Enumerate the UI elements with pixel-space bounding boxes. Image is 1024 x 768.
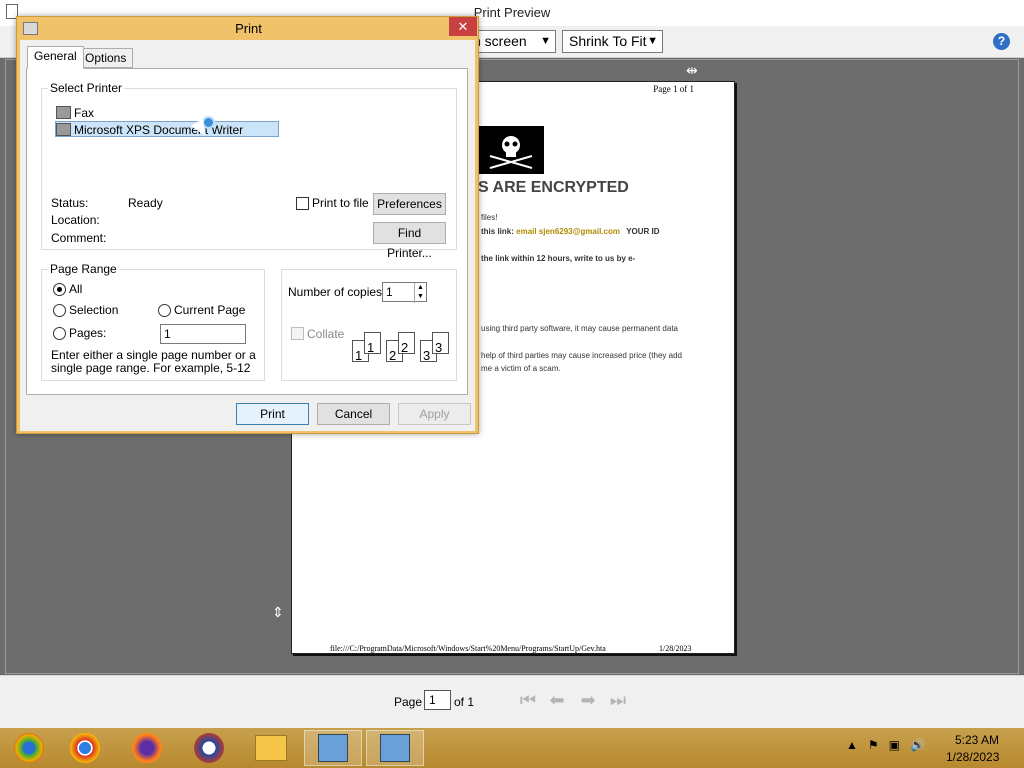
last-page-icon[interactable]: ⏭ [607, 690, 629, 710]
taskbar-app-1[interactable] [304, 730, 362, 766]
clock-time[interactable]: 5:23 AM [955, 733, 999, 747]
all-radio[interactable] [53, 283, 66, 296]
skull-crossbones-image [478, 126, 544, 174]
shrink-to-fit-value: Shrink To Fit [569, 33, 647, 49]
taskbar-chrome[interactable] [56, 730, 114, 766]
collate-page-icon: 2 [398, 332, 415, 355]
taskbar-firefox[interactable] [118, 730, 176, 766]
all-label[interactable]: All [69, 282, 82, 296]
current-page-label[interactable]: Current Page [174, 303, 245, 317]
copies-group: Number of copies: 1 ▲ ▼ Collate 1 1 2 2 3… [281, 269, 457, 381]
copies-label: Number of copies: [288, 285, 386, 299]
horizontal-resize-icon[interactable]: ⇹ [686, 62, 698, 79]
clock-date[interactable]: 1/28/2023 [946, 750, 999, 764]
apply-button[interactable]: Apply [398, 403, 471, 425]
printer-item-label: Fax [74, 106, 95, 120]
copies-value: 1 [386, 285, 393, 299]
preview-statusbar [0, 675, 1024, 728]
selection-label[interactable]: Selection [69, 303, 118, 317]
note-line-link-label: this link: [481, 227, 514, 236]
first-page-icon[interactable]: ⏮ [517, 690, 539, 710]
select-printer-title: Select Printer [48, 81, 125, 95]
copies-spinner[interactable]: ▲ ▼ [414, 283, 426, 303]
print-button[interactable]: Print [236, 403, 309, 425]
windows-logo-icon [14, 733, 44, 763]
vertical-resize-icon[interactable]: ⇕ [272, 604, 284, 621]
preferences-button[interactable]: Preferences [373, 193, 446, 215]
note-line: using third party software, it may cause… [481, 324, 678, 333]
current-page-radio[interactable] [158, 304, 171, 317]
select-printer-group: Select Printer Fax Microsoft XPS Documen… [41, 81, 457, 260]
computer-app-icon [318, 734, 348, 762]
dialog-body: General Options Select Printer Fax Micro… [20, 40, 475, 431]
selection-radio[interactable] [53, 304, 66, 317]
print-to-file-label[interactable]: Print to file [312, 196, 369, 210]
taskbar-opera[interactable] [180, 730, 238, 766]
printer-item-label: Microsoft XPS Document Writer [74, 123, 244, 137]
location-label: Location: [51, 213, 100, 227]
taskbar-app-2[interactable] [366, 730, 424, 766]
page-range-group: Page Range All Selection Current Page Pa… [41, 262, 265, 381]
collate-page-icon: 3 [432, 332, 449, 355]
computer-app-icon [380, 734, 410, 762]
taskbar-file-explorer[interactable] [242, 730, 300, 766]
page-footer-path: file:///C:/ProgramData/Microsoft/Windows… [330, 644, 606, 653]
fax-printer-icon [56, 106, 71, 119]
folder-icon [255, 735, 287, 761]
collate-checkbox[interactable] [291, 327, 304, 340]
dialog-title: Print [235, 21, 262, 36]
page-number-header: Page 1 of 1 [653, 84, 694, 94]
status-label: Status: [51, 196, 89, 210]
general-tab-panel: Select Printer Fax Microsoft XPS Documen… [26, 68, 468, 395]
page-range-help: Enter either a single page number or a s… [51, 348, 256, 375]
shrink-to-fit-select[interactable]: Shrink To Fit ▼ [562, 30, 663, 53]
note-line: me a victim of a scam. [481, 364, 561, 373]
note-line: this link: email sjen6293@gmail.com YOUR… [481, 227, 660, 236]
pager-total: of 1 [454, 695, 475, 709]
ransom-heading: S ARE ENCRYPTED [478, 179, 629, 196]
firefox-icon [132, 733, 162, 763]
previous-page-icon[interactable]: ⬅ [546, 690, 568, 710]
page-number-input[interactable]: 1 [424, 690, 451, 710]
opera-icon [194, 733, 224, 763]
view-mode-value: n screen [473, 33, 527, 49]
comment-label: Comment: [51, 231, 107, 245]
collate-page-icon: 1 [364, 332, 381, 355]
print-to-file-checkbox[interactable] [296, 197, 309, 210]
note-line: the link within 12 hours, write to us by… [481, 254, 636, 263]
pages-input[interactable]: 1 [160, 324, 246, 344]
tab-general[interactable]: General [27, 46, 84, 69]
pages-label[interactable]: Pages: [69, 326, 106, 340]
cancel-button[interactable]: Cancel [317, 403, 390, 425]
start-button[interactable] [0, 730, 58, 766]
xps-printer-icon [56, 123, 71, 136]
chevron-down-icon: ▼ [647, 35, 658, 47]
tab-options[interactable]: Options [78, 48, 134, 68]
print-dialog: Print ✕ General Options Select Printer F… [16, 16, 479, 434]
copies-input[interactable]: 1 ▲ ▼ [382, 282, 427, 303]
printer-item-xps[interactable]: Microsoft XPS Document Writer [55, 121, 279, 137]
find-printer-button[interactable]: Find Printer... [373, 222, 446, 260]
note-email: email sjen6293@gmail.com [516, 227, 620, 236]
next-page-icon[interactable]: ➡ [577, 690, 599, 710]
help-icon[interactable]: ? [993, 33, 1010, 50]
status-value: Ready [128, 196, 163, 210]
note-line: files! [481, 213, 498, 222]
chrome-icon [70, 733, 100, 763]
page-footer-date: 1/28/2023 [659, 644, 692, 653]
system-tray[interactable]: ▲ ⚑ ▣ 🔊 [846, 738, 925, 752]
note-line: help of third parties may cause increase… [481, 351, 682, 360]
page-range-title: Page Range [48, 262, 119, 276]
dialog-close-button[interactable]: ✕ [449, 17, 477, 36]
pager-label: Page [394, 695, 423, 709]
preview-close-button[interactable]: ✕ [990, 1, 1016, 21]
note-id: YOUR ID [626, 227, 660, 236]
chevron-down-icon: ▼ [540, 35, 551, 47]
collate-label[interactable]: Collate [307, 327, 344, 341]
printer-item-fax[interactable]: Fax [56, 105, 94, 121]
pages-radio[interactable] [53, 327, 66, 340]
